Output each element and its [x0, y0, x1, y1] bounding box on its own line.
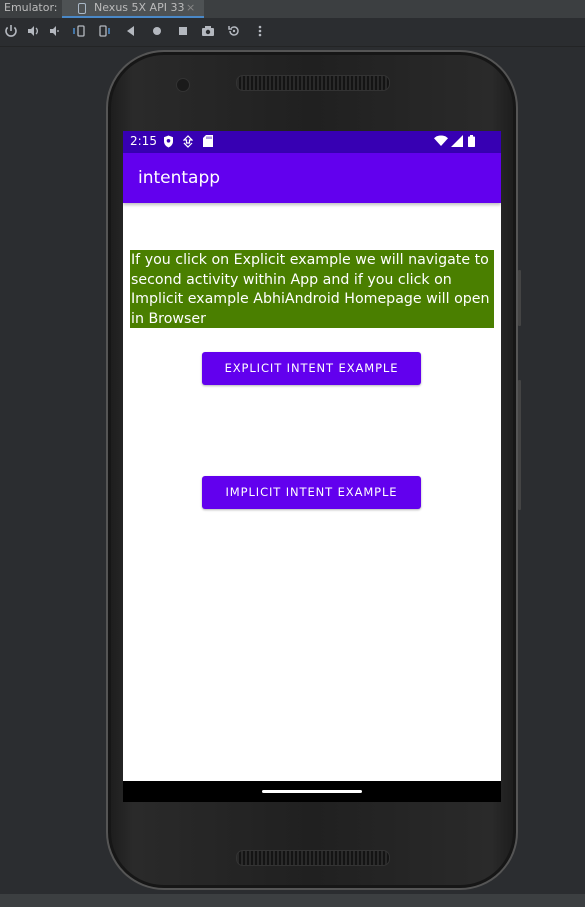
volume-side-button: [518, 380, 521, 510]
gesture-handle[interactable]: [262, 790, 362, 793]
ide-status-strip: [0, 894, 585, 907]
sd-card-icon: [203, 135, 213, 150]
power-side-button: [518, 270, 521, 326]
shield-icon: [163, 135, 174, 151]
back-icon[interactable]: [123, 24, 139, 40]
app-bar: intentapp: [123, 153, 501, 203]
replay-icon[interactable]: [226, 24, 242, 40]
emulator-label: Emulator:: [4, 1, 58, 14]
home-icon[interactable]: [149, 24, 165, 40]
emulator-toolbar: [0, 20, 585, 47]
implicit-intent-button[interactable]: IMPLICIT INTENT EXAMPLE: [202, 476, 421, 509]
data-saver-icon: [182, 135, 194, 151]
device-icon: [78, 3, 86, 14]
ide-tab-bar: Emulator: Nexus 5X API 33 ×: [0, 0, 585, 18]
signal-icon: [451, 135, 463, 150]
explicit-intent-button[interactable]: EXPLICIT INTENT EXAMPLE: [202, 352, 421, 385]
navigation-bar: [123, 781, 501, 802]
volume-down-icon[interactable]: [47, 24, 63, 40]
top-speaker: [236, 75, 390, 91]
overview-icon[interactable]: [175, 24, 191, 40]
battery-icon: [468, 135, 475, 150]
close-tab-icon[interactable]: ×: [186, 1, 195, 14]
more-icon[interactable]: [252, 24, 268, 40]
bottom-speaker: [236, 850, 390, 866]
status-time: 2:15: [130, 134, 157, 148]
power-icon[interactable]: [3, 24, 19, 40]
wifi-icon: [434, 135, 448, 150]
volume-up-icon[interactable]: [25, 24, 41, 40]
screenshot-icon[interactable]: [200, 24, 216, 40]
status-bar: 2:15: [123, 131, 501, 153]
device-screen: 2:15 intentapp If you click on Explicit …: [123, 131, 501, 802]
rotate-left-icon[interactable]: [71, 24, 87, 40]
front-camera: [176, 78, 190, 92]
rotate-right-icon[interactable]: [97, 24, 113, 40]
app-title: intentapp: [138, 168, 221, 188]
device-tab-label: Nexus 5X API 33: [94, 1, 185, 14]
device-tab[interactable]: Nexus 5X API 33 ×: [62, 0, 204, 18]
info-text: If you click on Explicit example we will…: [130, 250, 494, 328]
